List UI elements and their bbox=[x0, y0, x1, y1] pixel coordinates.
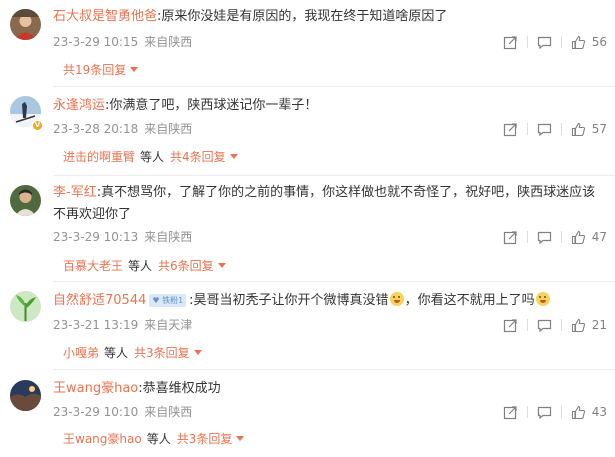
chevron-down-icon bbox=[130, 67, 139, 72]
comment-actions: 57 bbox=[503, 121, 607, 137]
comment-icon[interactable] bbox=[537, 405, 552, 420]
comment-location: 来自陕西 bbox=[144, 35, 193, 49]
avatar[interactable] bbox=[10, 9, 41, 40]
comment-body-tail: ，你看这不就用上了吗 bbox=[404, 293, 535, 308]
comment-date: 23-3-29 10:15 bbox=[53, 35, 139, 49]
comment-username[interactable]: 李-军红 bbox=[53, 185, 97, 200]
comment-meta: 23-3-29 10:13 来自陕西 bbox=[53, 229, 192, 245]
comment-text: 李-军红:真不想骂你，了解了你的之前的事情，你这样做也就不奇怪了，祝好吧，陕西球… bbox=[53, 182, 605, 204]
reply-mid-text: 等人 bbox=[146, 432, 171, 446]
reply-count-link[interactable]: 共3条回复 bbox=[177, 432, 233, 446]
reply-summary[interactable]: 王wang豪hao 等人 共3条回复 bbox=[53, 431, 245, 447]
share-icon[interactable] bbox=[503, 35, 518, 50]
reply-summary[interactable]: 百慕大老王 等人 共6条回复 bbox=[53, 258, 226, 274]
comment-icon[interactable] bbox=[537, 35, 552, 50]
smile-emoji-icon bbox=[389, 292, 404, 306]
comment-text: 自然舒适70544 ♥ 铁粉1:昊哥当初秃子让你开个微博真没错 ，你看这不就用上了吗 bbox=[53, 290, 605, 312]
thumbs-up-icon[interactable] bbox=[571, 35, 586, 50]
avatar[interactable] bbox=[10, 185, 41, 216]
reply-username[interactable]: 小嘎弟 bbox=[63, 346, 99, 360]
fan-badge-label: 铁粉1 bbox=[162, 296, 184, 305]
share-icon[interactable] bbox=[503, 122, 518, 137]
fan-badge: ♥ 铁粉1 bbox=[149, 294, 187, 307]
comment-actions: 43 bbox=[503, 404, 607, 420]
comment-meta: 23-3-21 13:19 来自天津 bbox=[53, 317, 192, 333]
comment-location: 来自天津 bbox=[144, 318, 193, 332]
divider bbox=[53, 86, 615, 87]
comment-body: :原来你没娃是有原因的，我现在终于知道啥原因了 bbox=[157, 9, 448, 24]
divider bbox=[53, 281, 615, 282]
comment-actions: 56 bbox=[503, 34, 607, 50]
comment-icon[interactable] bbox=[537, 122, 552, 137]
comment-date: 23-3-21 13:19 bbox=[53, 318, 139, 332]
comment-date: 23-3-29 10:10 bbox=[53, 405, 139, 419]
comment-username[interactable]: 永逢鸿运 bbox=[53, 98, 105, 113]
reply-username[interactable]: 王wang豪hao bbox=[63, 432, 142, 446]
reply-count-link[interactable]: 共6条回复 bbox=[158, 259, 214, 273]
comment-text: 石大叔是智勇他爸:原来你没娃是有原因的，我现在终于知道啥原因了 bbox=[53, 6, 605, 28]
comment-text: 王wang豪hao:恭喜维权成功 bbox=[53, 378, 605, 400]
comment-meta: 23-3-29 10:10 来自陕西 bbox=[53, 404, 192, 420]
comment-username[interactable]: 王wang豪hao bbox=[53, 381, 138, 396]
avatar[interactable] bbox=[10, 291, 41, 322]
comment-date: 23-3-29 10:13 bbox=[53, 230, 139, 244]
comment-icon[interactable] bbox=[537, 318, 552, 333]
reply-count-link[interactable]: 共19条回复 bbox=[63, 63, 126, 77]
avatar[interactable] bbox=[10, 380, 41, 411]
thumbs-up-icon[interactable] bbox=[571, 122, 586, 137]
comment-location: 来自陕西 bbox=[144, 122, 193, 136]
share-icon[interactable] bbox=[503, 405, 518, 420]
reply-mid-text: 等人 bbox=[104, 346, 129, 360]
thumbs-up-icon[interactable] bbox=[571, 230, 586, 245]
comment-body: :你满意了吧，陕西球迷记你一辈子！ bbox=[105, 98, 318, 113]
comment-text: 永逢鸿运:你满意了吧，陕西球迷记你一辈子！ bbox=[53, 95, 605, 117]
reply-mid-text: 等人 bbox=[140, 150, 165, 164]
comment-text-continued: 不再欢迎你了 bbox=[53, 204, 605, 226]
reply-username[interactable]: 进击的啊重臂 bbox=[63, 150, 135, 164]
comment-username[interactable]: 石大叔是智勇他爸 bbox=[53, 9, 157, 24]
comment-icon[interactable] bbox=[537, 230, 552, 245]
comment-body: :恭喜维权成功 bbox=[138, 381, 221, 396]
share-icon[interactable] bbox=[503, 230, 518, 245]
like-count: 21 bbox=[591, 318, 607, 332]
divider bbox=[53, 369, 615, 370]
comment-body: :昊哥当初秃子让你开个微博真没错 bbox=[189, 293, 389, 308]
thumbs-up-icon[interactable] bbox=[571, 318, 586, 333]
smile-emoji-icon bbox=[535, 292, 550, 306]
comment-body-line2: 不再欢迎你了 bbox=[53, 207, 132, 222]
reply-summary[interactable]: 共19条回复 bbox=[53, 62, 139, 78]
reply-count-link[interactable]: 共4条回复 bbox=[170, 150, 226, 164]
chevron-down-icon bbox=[236, 436, 245, 441]
comment-location: 来自陕西 bbox=[144, 230, 193, 244]
like-count: 47 bbox=[591, 230, 607, 244]
reply-summary[interactable]: 小嘎弟 等人 共3条回复 bbox=[53, 345, 202, 361]
comment-username[interactable]: 自然舒适70544 bbox=[53, 293, 146, 308]
thumbs-up-icon[interactable] bbox=[571, 405, 586, 420]
comment-location: 来自陕西 bbox=[144, 405, 193, 419]
chevron-down-icon bbox=[229, 154, 238, 159]
comment-date: 23-3-28 20:18 bbox=[53, 122, 139, 136]
comment-meta: 23-3-28 20:18 来自陕西 bbox=[53, 121, 192, 137]
reply-mid-text: 等人 bbox=[128, 259, 153, 273]
verified-badge-icon: V bbox=[32, 120, 43, 131]
like-count: 56 bbox=[591, 35, 607, 49]
reply-summary[interactable]: 进击的啊重臂 等人 共4条回复 bbox=[53, 149, 238, 165]
like-count: 43 bbox=[591, 405, 607, 419]
reply-count-link[interactable]: 共3条回复 bbox=[134, 346, 190, 360]
chevron-down-icon bbox=[193, 350, 202, 355]
comment-body: :真不想骂你，了解了你的之前的事情，你这样做也就不奇怪了，祝好吧，陕西球迷应该 bbox=[96, 185, 596, 200]
like-count: 57 bbox=[591, 122, 607, 136]
comment-actions: 47 bbox=[503, 229, 607, 245]
comment-actions: 21 bbox=[503, 317, 607, 333]
chevron-down-icon bbox=[217, 263, 226, 268]
reply-username[interactable]: 百慕大老王 bbox=[63, 259, 123, 273]
divider bbox=[53, 175, 615, 176]
share-icon[interactable] bbox=[503, 318, 518, 333]
comment-meta: 23-3-29 10:15 来自陕西 bbox=[53, 34, 192, 50]
